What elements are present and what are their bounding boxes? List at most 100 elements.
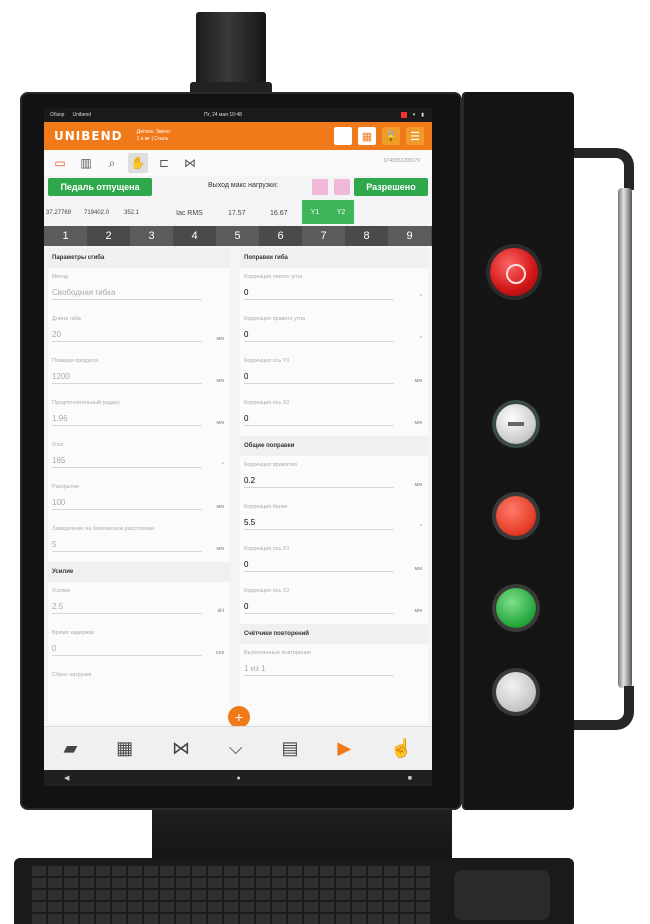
delay-field[interactable]: Время задержки 0 сек [48,624,230,666]
y2-label: Y2 [336,208,346,216]
readout-5: 17.57 [228,209,246,217]
left-angle-field[interactable]: Коррекция левого угла 0 ° [240,268,428,310]
product-position-field[interactable]: Позиция продукта 1200 мм [48,352,230,394]
radius-value[interactable]: 1.96 [52,414,202,426]
step-1[interactable]: 1 [44,226,87,246]
force-title: Усилие [48,562,230,582]
y-axis-badge[interactable]: Y1 Y2 [302,200,354,224]
step-9[interactable]: 9 [388,226,431,246]
app-bar: UNIBEND Деталь: Звено 1 в мг | Сталь ▦ 🔒… [44,122,432,150]
slowdown-value[interactable]: 5 [52,540,202,552]
part-line1: Деталь: Звено [136,129,170,135]
slowdown-field[interactable]: Замедление на безопасном расстоянии 5 мм [48,520,230,562]
method-field[interactable]: Метод Свободная гибка [48,268,230,310]
beam-unit: ° [419,524,422,530]
touchpad[interactable] [454,870,550,920]
right-angle-unit: ° [419,336,422,342]
force-value[interactable]: 2.5 [52,602,202,614]
sheet-view-icon[interactable]: ▭ [50,153,70,173]
bend-path-icon[interactable]: ⌵ [229,738,243,759]
touch-icon[interactable]: ☝ [390,738,412,759]
repetitions-field[interactable]: Выполненные повторения 1 из 1 [240,644,428,686]
recents-nav-icon[interactable]: ■ [408,775,412,782]
play-icon[interactable]: ▶ [337,738,351,759]
delay-label: Время задержки [52,630,95,636]
app-bar-actions: ▦ 🔒 ☰ [334,127,424,145]
left-angle-value[interactable]: 0 [244,288,394,300]
white-push-button[interactable] [496,404,536,444]
punch-icon[interactable]: ⊏ [154,153,174,173]
home-nav-icon[interactable]: ● [236,775,240,782]
step-8[interactable]: 8 [345,226,388,246]
chrome-handle[interactable] [618,188,632,688]
method-value[interactable]: Свободная гибка [52,288,202,300]
max-load-label: Выход макс нагрузки: [208,182,278,189]
beam-label: Коррекция балки [244,504,288,510]
axis-y1-field[interactable]: Коррекция ось Y1 0 мм [240,352,428,394]
step-6[interactable]: 6 [259,226,302,246]
red-stop-button[interactable] [496,496,536,536]
axis-y1-value[interactable]: 0 [244,372,394,384]
axis-x2-value[interactable]: 0 [244,602,394,614]
clamp-value[interactable]: 0.2 [244,476,394,488]
product-position-value[interactable]: 1200 [52,372,202,384]
bend-length-field[interactable]: Длина гиба 20 мм [48,310,230,352]
zoom-icon[interactable]: ⌕ [102,153,122,173]
force-field[interactable]: Усилие 2.5 кН [48,582,230,624]
keyboard-keys[interactable] [32,866,432,924]
lock-icon[interactable]: 🔒 [382,127,400,145]
readout-iac: Iac RMS [176,209,203,217]
counters-title: Счётчики повторений [240,624,428,644]
status-icons: ▾ ▮ [400,112,424,118]
bend-length-value[interactable]: 20 [52,330,202,342]
grey-push-button[interactable] [496,672,536,712]
green-start-button[interactable] [496,588,536,628]
layout-icon[interactable]: ▦ [358,127,376,145]
step-2[interactable]: 2 [87,226,130,246]
step-4[interactable]: 4 [173,226,216,246]
repetitions-value: 1 из 1 [244,664,394,676]
emergency-stop-button[interactable] [490,248,538,296]
right-angle-value[interactable]: 0 [244,330,394,342]
radius-field[interactable]: Предпочтительный радиус 1.96 мм [48,394,230,436]
step-strip: 1 2 3 4 5 6 7 8 9 [44,226,432,246]
step-7[interactable]: 7 [302,226,345,246]
step-5[interactable]: 5 [216,226,259,246]
right-angle-field[interactable]: Коррекция правого угла 0 ° [240,310,428,352]
step-3[interactable]: 3 [130,226,173,246]
force-unit: кН [217,608,224,614]
edit-part-icon[interactable]: ▦ [116,738,133,759]
max-load-box-1[interactable] [312,179,328,195]
y1-label: Y1 [310,208,320,216]
clipboard-icon[interactable]: ▤ [281,738,298,759]
reset-field[interactable]: Сброс нагрузки [48,666,230,704]
opening-value[interactable]: 100 [52,498,202,510]
axis-x2a-field[interactable]: Коррекция ось X2 0 мм [240,394,428,436]
angle-field[interactable]: Угол 165 ° [48,436,230,478]
die-icon[interactable]: ⋈ [180,153,200,173]
opening-unit: мм [216,504,224,510]
axis-x2-field[interactable]: Коррекция ось X2 0 мм [240,582,428,624]
angle-value[interactable]: 165 [52,456,202,468]
allowed-button[interactable]: Разрешено [354,178,428,196]
clamp-field[interactable]: Коррекция прижатия 0.2 мм [240,456,428,498]
menu-icon[interactable]: ☰ [406,127,424,145]
readout-2: 719402.0 [84,210,110,216]
tooling-icon[interactable]: ⋈ [172,738,190,759]
opening-field[interactable]: Раскрытие 100 мм [48,478,230,520]
delay-value[interactable]: 0 [52,644,202,656]
hand-tool-icon[interactable]: ✋ [128,153,148,173]
blank-button[interactable] [334,127,352,145]
readout-3: 352.1 [124,210,140,216]
axis-x1-value[interactable]: 0 [244,560,394,572]
folder-icon[interactable]: ▰ [63,738,77,759]
max-load-box-2[interactable] [334,179,350,195]
grid-view-icon[interactable]: ▥ [76,153,96,173]
beam-field[interactable]: Коррекция балки 5.5 ° [240,498,428,540]
add-button[interactable]: + [228,706,250,728]
back-nav-icon[interactable]: ◀ [64,774,69,782]
axis-x1-field[interactable]: Коррекция ось X1 0 мм [240,540,428,582]
beam-value[interactable]: 5.5 [244,518,394,530]
axis-x2a-value[interactable]: 0 [244,414,394,426]
pedal-status-button[interactable]: Педаль отпущена [48,178,152,196]
